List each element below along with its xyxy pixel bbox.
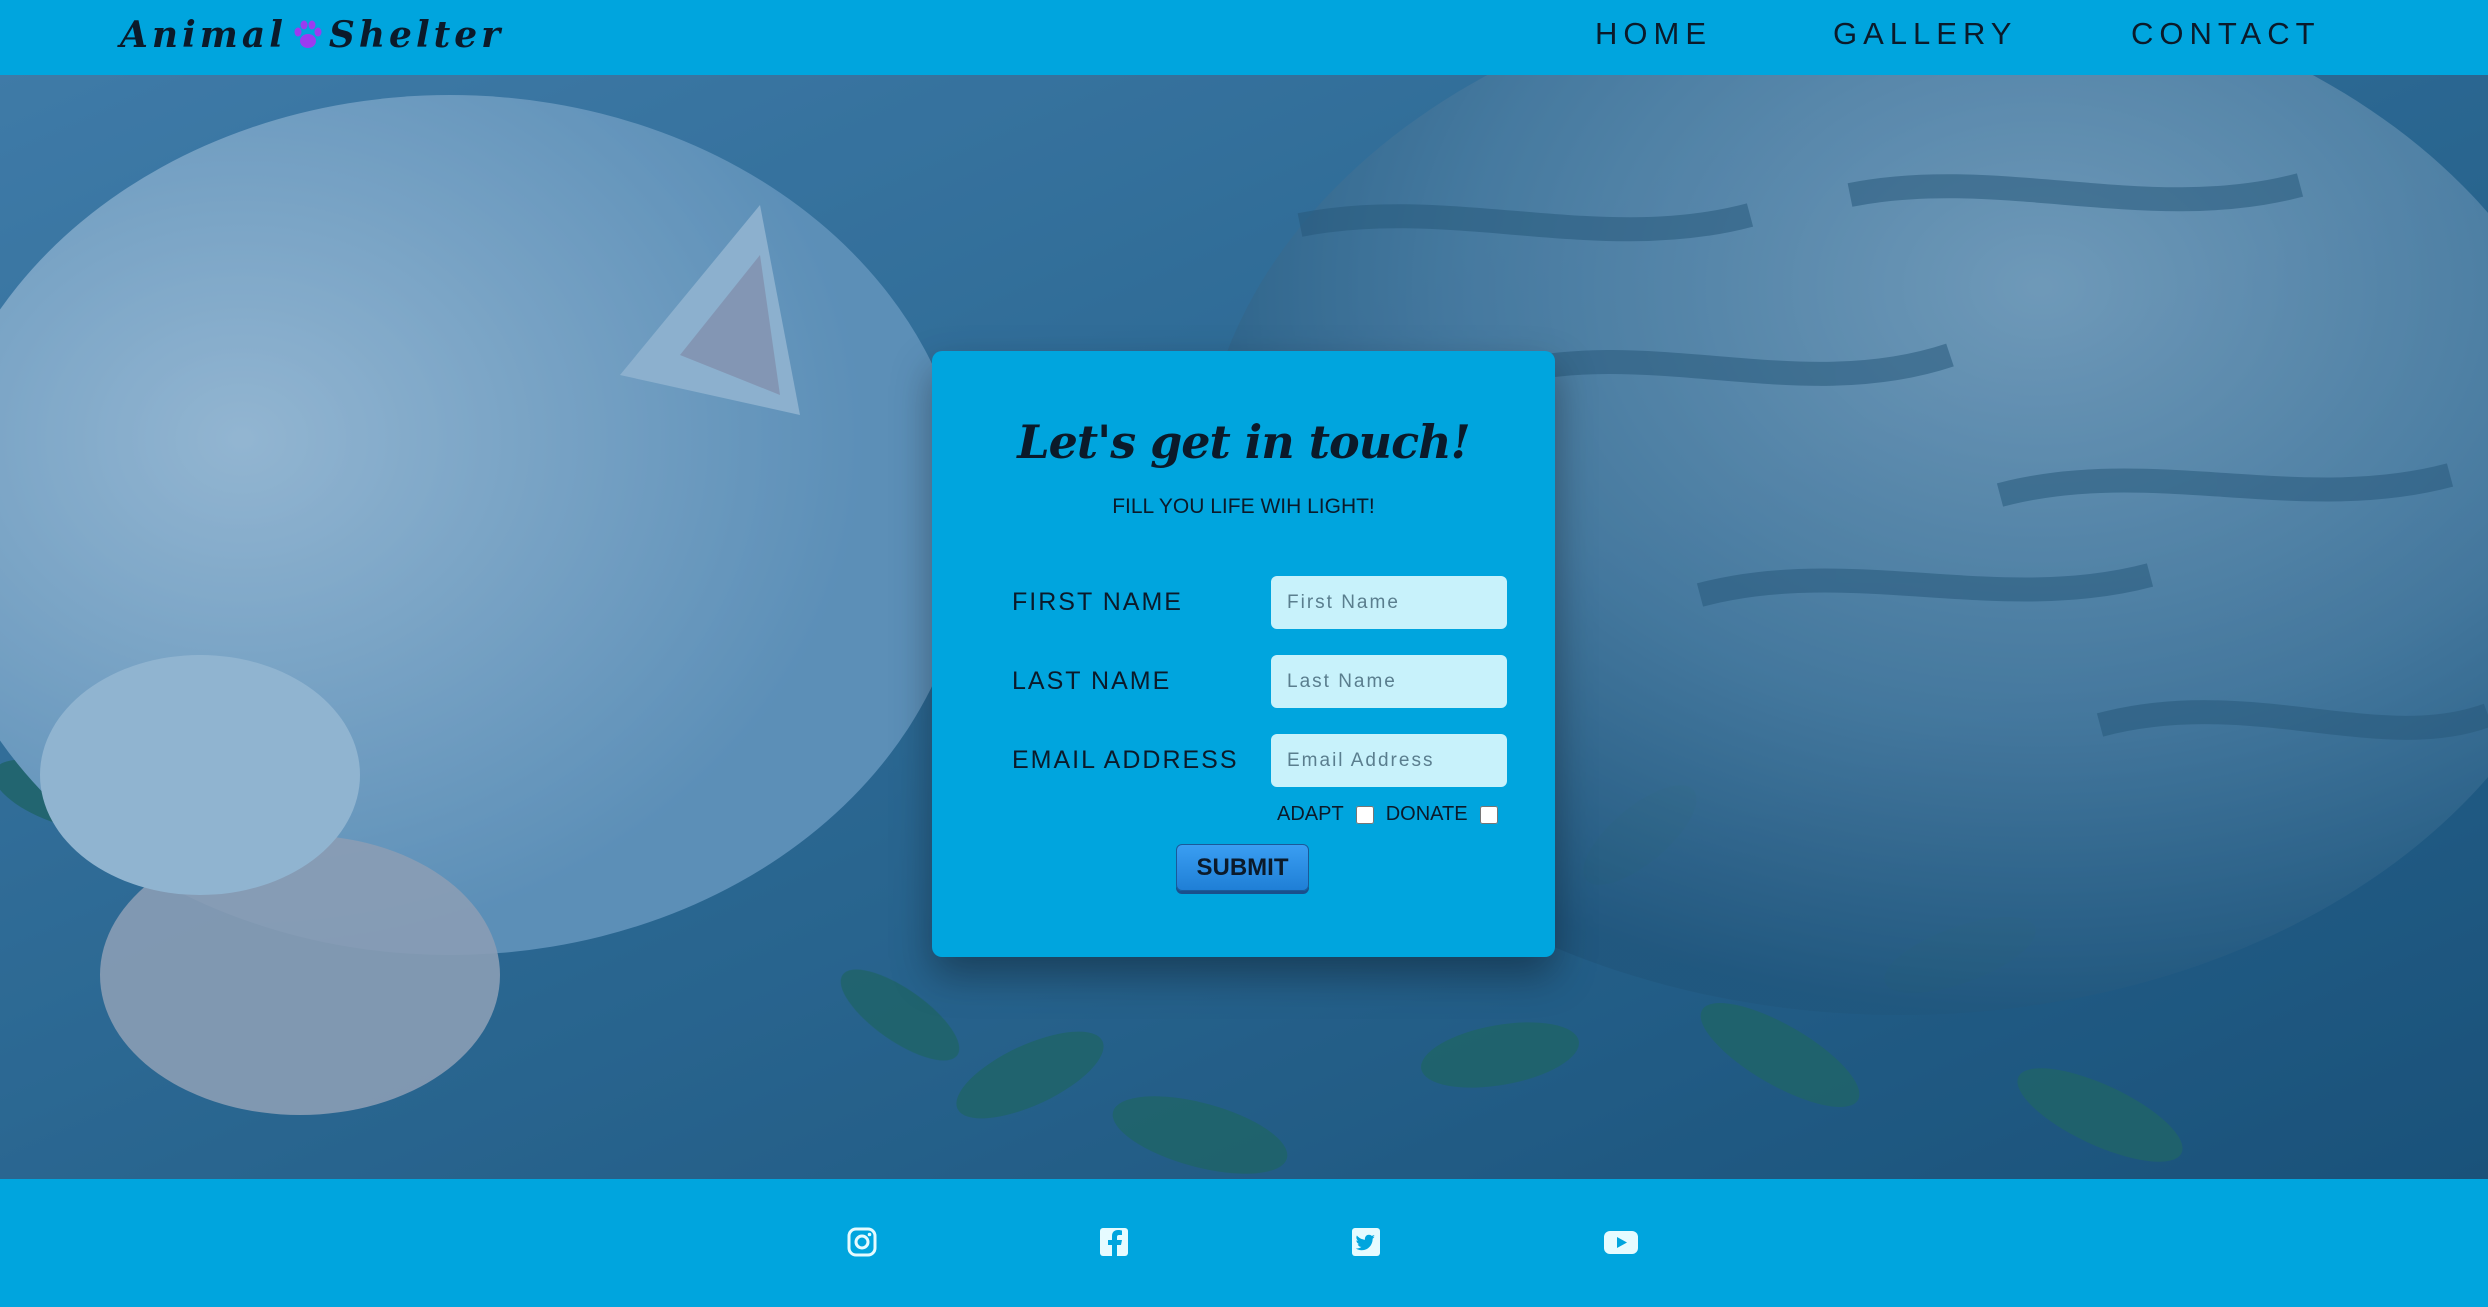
first-name-row: FIRST NAME	[1012, 576, 1512, 630]
footer	[0, 1179, 2488, 1307]
nav-home[interactable]: HOME	[1595, 16, 1712, 52]
facebook-icon[interactable]	[1097, 1225, 1131, 1259]
nav-gallery[interactable]: GALLERY	[1833, 16, 2017, 52]
submit-button[interactable]: SUBMIT	[1176, 844, 1309, 891]
form-subtitle: FILL YOU LIFE WIH LIGHT!	[1112, 495, 1375, 518]
site-logo[interactable]: Animal Shelter	[120, 14, 504, 56]
adapt-label: ADAPT	[1277, 803, 1344, 825]
last-name-label: LAST NAME	[1012, 667, 1172, 695]
last-name-row: LAST NAME	[1012, 655, 1512, 709]
youtube-icon[interactable]	[1603, 1225, 1639, 1259]
donate-checkbox[interactable]	[1479, 805, 1498, 824]
instagram-icon[interactable]	[845, 1225, 879, 1259]
options-checkboxes: ADAPT DONATE	[1277, 803, 1510, 826]
nav-contact[interactable]: CONTACT	[2131, 16, 2321, 52]
top-navbar: Animal Shelter HOME GALLERY CONTACT	[0, 0, 2488, 75]
donate-label: DONATE	[1385, 803, 1468, 825]
adapt-checkbox[interactable]	[1355, 805, 1374, 824]
twitter-icon[interactable]	[1349, 1225, 1383, 1259]
logo-text-animal: Animal	[120, 14, 287, 56]
logo-text-shelter: Shelter	[328, 14, 505, 56]
form-title: Let's get in touch!	[1017, 415, 1471, 469]
first-name-label: FIRST NAME	[1012, 588, 1183, 616]
paw-icon	[294, 20, 322, 48]
email-row: EMAIL ADDRESS	[1012, 734, 1512, 788]
last-name-input[interactable]	[1271, 655, 1507, 708]
email-label: EMAIL ADDRESS	[1012, 746, 1239, 774]
contact-form-card: Let's get in touch! FILL YOU LIFE WIH LI…	[932, 351, 1555, 957]
first-name-input[interactable]	[1271, 576, 1507, 629]
email-input[interactable]	[1271, 734, 1507, 787]
